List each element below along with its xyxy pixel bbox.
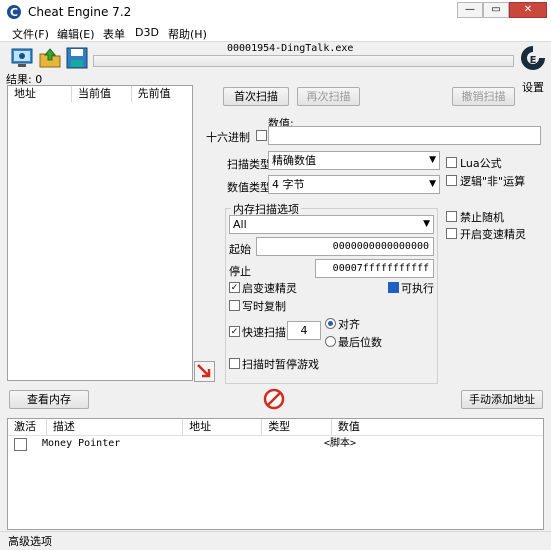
svg-text:C: C [10,6,18,19]
start-address-label: 起始 [229,243,251,256]
column-current-value[interactable]: 当前值 [72,86,132,102]
writable-checkbox[interactable]: ✓ [229,282,240,293]
menu-bar: 文件(F) 编辑(E) 表单 D3D 帮助(H) [0,25,551,42]
no-random-checkbox[interactable] [446,211,457,222]
menu-table[interactable]: 表单 [103,26,125,42]
chevron-down-icon: ▼ [429,155,436,165]
not-logic-label: 逻辑"非"运算 [460,175,526,188]
column-type[interactable]: 类型 [262,419,332,435]
lua-checkbox[interactable] [446,157,457,168]
clear-list-icon[interactable] [262,387,286,411]
next-scan-button[interactable]: 再次扫描 [297,87,360,106]
cheat-table[interactable]: 激活 描述 地址 类型 数值 Money Pointer <脚本> [7,418,544,530]
stop-address-label: 停止 [229,265,251,278]
settings-label[interactable]: 设置 [522,79,544,95]
save-icon[interactable] [66,47,88,69]
view-memory-button[interactable]: 查看内存 [9,390,89,409]
memory-region-select[interactable]: All ▼ [229,215,434,234]
results-list[interactable]: 地址 当前值 先前值 [7,85,193,381]
last-digits-radio[interactable] [325,336,336,347]
fast-scan-checkbox[interactable]: ✓ [229,326,240,337]
align-label: 对齐 [338,318,360,331]
speedhack-label: 开启变速精灵 [460,228,526,241]
stop-address-input[interactable]: 00007fffffffffff [315,259,434,278]
no-random-label: 禁止随机 [460,211,504,224]
copy-on-write-label: 写时复制 [242,300,286,313]
advanced-options-label[interactable]: 高级选项 [8,533,52,549]
scan-type-value: 精确数值 [272,154,316,167]
start-address-input[interactable]: 0000000000000000 [256,237,434,256]
row-address [180,436,257,451]
svg-text:E: E [530,55,537,66]
add-address-manually-button[interactable]: 手动添加地址 [461,390,543,409]
chevron-down-icon: ▼ [423,219,430,229]
first-scan-button[interactable]: 首次扫描 [223,87,289,106]
align-radio[interactable] [325,318,336,329]
minimize-button[interactable]: — [457,2,483,18]
undo-scan-button[interactable]: 撤销扫描 [452,87,515,106]
last-digits-label: 最后位数 [338,336,382,349]
table-row[interactable]: Money Pointer <脚本> [8,436,543,451]
app-logo-icon: C [6,4,22,20]
scan-type-label: 扫描类型 [227,158,271,171]
row-active-cell [8,436,42,451]
status-bar [0,531,551,550]
row-value: <脚本> [324,438,357,449]
speedhack-checkbox[interactable] [446,228,457,239]
scan-progress-bar [93,55,514,67]
fast-scan-input[interactable]: 4 [287,321,321,340]
value-type-value: 4 字节 [272,178,305,191]
executable-checkbox[interactable] [388,282,399,293]
executable-label: 可执行 [401,282,434,295]
lua-label: Lua公式 [460,157,502,170]
fast-scan-label: 快速扫描 [242,326,286,339]
active-checkbox[interactable] [14,438,27,451]
maximize-button[interactable]: ▭ [483,2,509,18]
close-button[interactable]: ✕ [509,2,547,18]
hex-checkbox[interactable] [256,130,267,141]
memory-region-value: All [233,218,247,231]
menu-help[interactable]: 帮助(H) [168,26,207,42]
pause-game-label: 扫描时暂停游戏 [242,358,319,371]
column-address[interactable]: 地址 [8,86,73,102]
row-description: Money Pointer [42,438,121,449]
window-title: Cheat Engine 7.2 [28,5,132,19]
row-type [257,436,324,451]
settings-logo-icon[interactable]: E [519,44,547,78]
value-type-label: 数值类型 [227,181,271,194]
hex-label: 十六进制 [206,131,250,144]
not-logic-checkbox[interactable] [446,175,457,186]
open-process-icon[interactable] [10,47,34,69]
open-file-icon[interactable] [38,47,62,69]
column-description[interactable]: 描述 [46,419,184,435]
process-name: 00001954-DingTalk.exe [227,43,354,54]
copy-on-write-checkbox[interactable] [229,300,240,311]
title-bar: C Cheat Engine 7.2 — ▭ ✕ [0,0,551,25]
menu-file[interactable]: 文件(F) [12,26,49,42]
column-previous-value[interactable]: 先前值 [131,86,193,102]
add-to-list-arrow-icon[interactable] [194,361,215,382]
column-address[interactable]: 地址 [183,419,263,435]
menu-edit[interactable]: 编辑(E) [57,26,95,42]
value-type-select[interactable]: 4 字节 ▼ [268,175,440,194]
pause-game-checkbox[interactable] [229,358,240,369]
writable-label: 启变速精灵 [242,282,297,295]
scan-type-select[interactable]: 精确数值 ▼ [268,151,440,170]
chevron-down-icon: ▼ [429,179,436,189]
column-value[interactable]: 数值 [331,419,543,435]
column-active[interactable]: 激活 [8,419,47,435]
menu-d3d[interactable]: D3D [135,26,159,39]
value-input[interactable] [268,126,541,145]
